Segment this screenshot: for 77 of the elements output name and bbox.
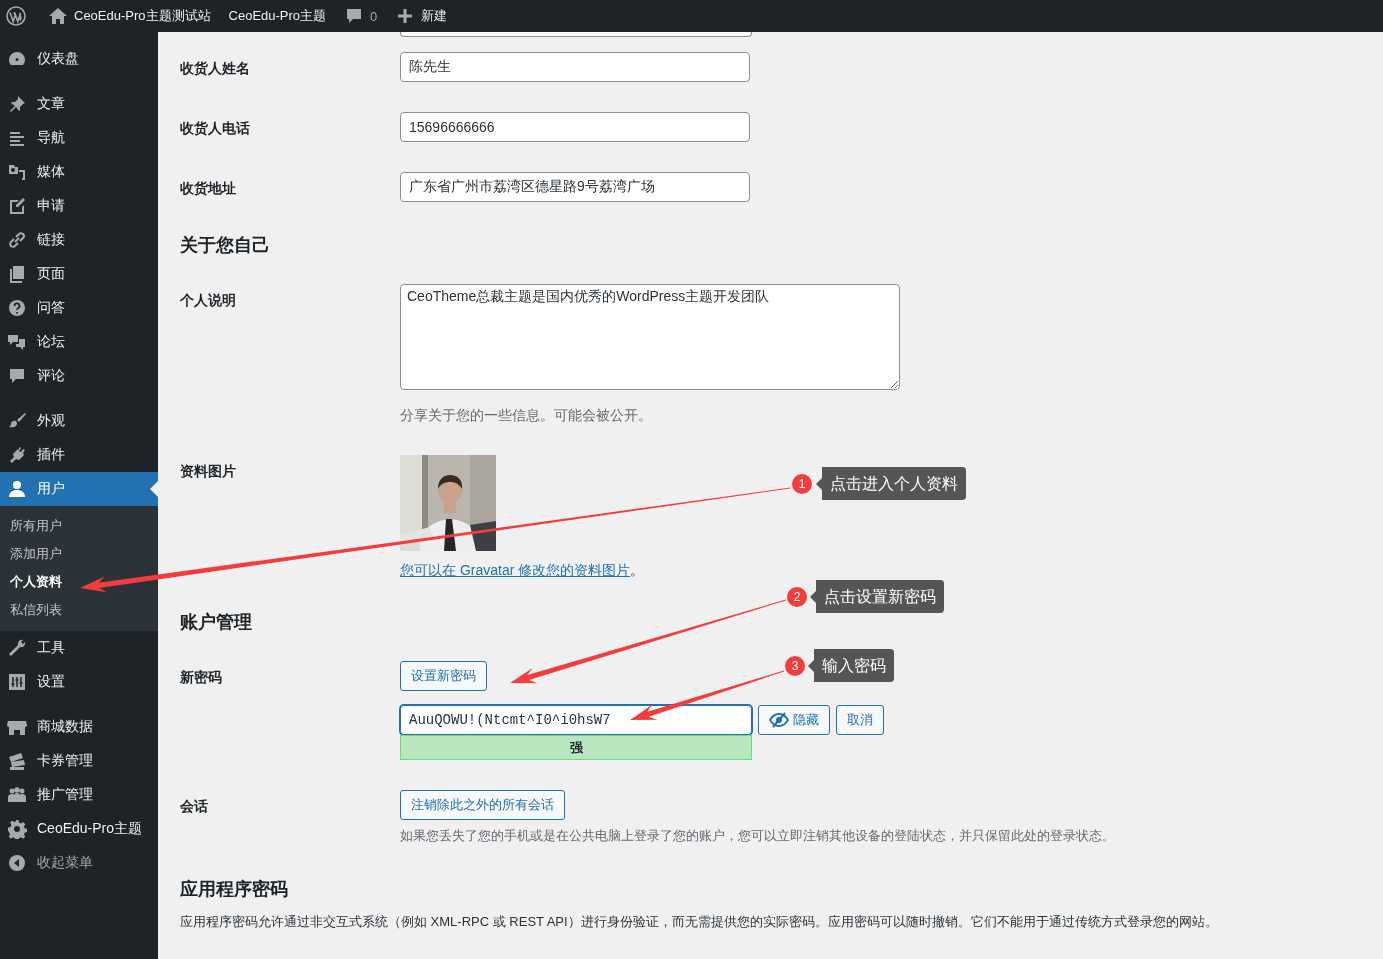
pages-icon [7,264,27,284]
menu-item[interactable]: 收起菜单 [0,846,158,880]
cancel-button[interactable]: 取消 [836,705,884,735]
menu-item[interactable]: 链接 [0,223,158,257]
link-icon [7,230,27,250]
eye-slash-icon [769,710,789,730]
menu-item[interactable]: 工具 [0,631,158,665]
field-label: 会话 [180,797,209,816]
step-number: 3 [785,656,805,676]
callout-label: 点击设置新密码 [810,580,944,613]
chat-bubbles-icon [7,332,27,352]
field-label: 收货人姓名 [180,59,251,78]
section-heading: 应用程序密码 [180,878,289,900]
logout-sessions-button[interactable]: 注销除此之外的所有会话 [400,790,565,820]
edit-icon [7,196,27,216]
menu-item[interactable]: 媒体 [0,155,158,189]
menu-item[interactable]: 用户 [0,472,158,506]
sentence-period: 。 [630,562,645,578]
callout-label: 输入密码 [808,649,894,682]
callout-label: 点击进入个人资料 [816,467,966,500]
menu-item[interactable]: 推广管理 [0,778,158,812]
menu-item[interactable]: 论坛 [0,325,158,359]
set-password-button[interactable]: 设置新密码 [400,661,487,691]
menu-item[interactable]: 评论 [0,359,158,393]
new-link[interactable]: 新建 [387,0,456,32]
field-label: 收货人电话 [180,119,251,138]
wordpress-logo-icon [6,6,26,26]
submenu-item[interactable]: 添加用户 [0,540,158,568]
home-icon [48,6,68,26]
menu-item[interactable]: 卡券管理 [0,744,158,778]
collapse-icon [7,853,27,873]
bio-textarea[interactable]: CeoTheme总裁主题是国内优秀的WordPress主题开发团队 [400,284,900,390]
group-icon [7,785,27,805]
sliders-icon [7,672,27,692]
user-icon [7,479,27,499]
gravatar-link[interactable]: 您可以在 Gravatar 修改您的资料图片 [400,562,631,578]
wrench-icon [7,638,27,658]
field-label: 个人说明 [180,291,237,310]
input-field[interactable] [400,32,752,37]
submenu-item[interactable]: 个人资料 [0,568,158,596]
step-number: 2 [787,587,807,607]
sessions-description: 如果您丢失了您的手机或是在公共电脑上登录了您的账户，您可以立即注销其他设备的登陆状态，并只保留此处的登录状态。 [400,827,1116,845]
password-field[interactable]: AuuQOWU!(Ntcmt^I0^i0hsW7 [400,705,752,735]
comment-icon [7,366,27,386]
menu-item[interactable]: CeoEdu-Pro主题 [0,812,158,846]
menu-item[interactable]: 外观 [0,404,158,438]
app-passwords-description: 应用程序密码允许通过非交互式系统（例如 XML-RPC 或 REST API）进行身份验证，而无需提供您的实际密码。应用密码可以随时撤销。它们不能用于通过传统方式登录您的网站。 [180,913,1219,931]
field-label: 新密码 [180,668,223,687]
menu-item[interactable]: 商城数据 [0,710,158,744]
input-field[interactable]: 15696666666 [400,112,750,142]
gear-icon [7,819,27,839]
menu-item[interactable]: 文章 [0,87,158,121]
section-heading: 账户管理 [180,611,253,633]
field-label: 收货地址 [180,179,237,198]
menu-item[interactable]: 申请 [0,189,158,223]
theme-link[interactable]: CeoEdu-Pro主题 [220,0,335,32]
question-icon [7,298,27,318]
site-name-link[interactable]: CeoEdu-Pro主题测试站 [40,0,219,32]
menu-item[interactable]: 插件 [0,438,158,472]
tickets-icon [7,751,27,771]
media-icon [7,162,27,182]
hide-password-button[interactable]: 隐藏 [758,705,830,735]
submenu-item[interactable]: 所有用户 [0,512,158,540]
step-number: 1 [792,474,812,494]
menu-item[interactable]: 问答 [0,291,158,325]
menu-item[interactable]: 仪表盘 [0,42,158,76]
menu-item[interactable]: 设置 [0,665,158,699]
menu-item[interactable]: 导航 [0,121,158,155]
input-field[interactable]: 广东省广州市荔湾区德星路9号荔湾广场 [400,172,750,202]
submenu-item[interactable]: 私信列表 [0,596,158,624]
strength-meter: 强 [400,735,752,760]
comments-link[interactable]: 0 [336,0,386,32]
field-hint: 分享关于您的一些信息。可能会被公开。 [400,406,653,425]
menu-item[interactable]: 页面 [0,257,158,291]
field-label: 资料图片 [180,462,237,481]
section-heading: 关于您自己 [180,234,271,256]
input-field[interactable]: 陈先生 [400,52,750,82]
